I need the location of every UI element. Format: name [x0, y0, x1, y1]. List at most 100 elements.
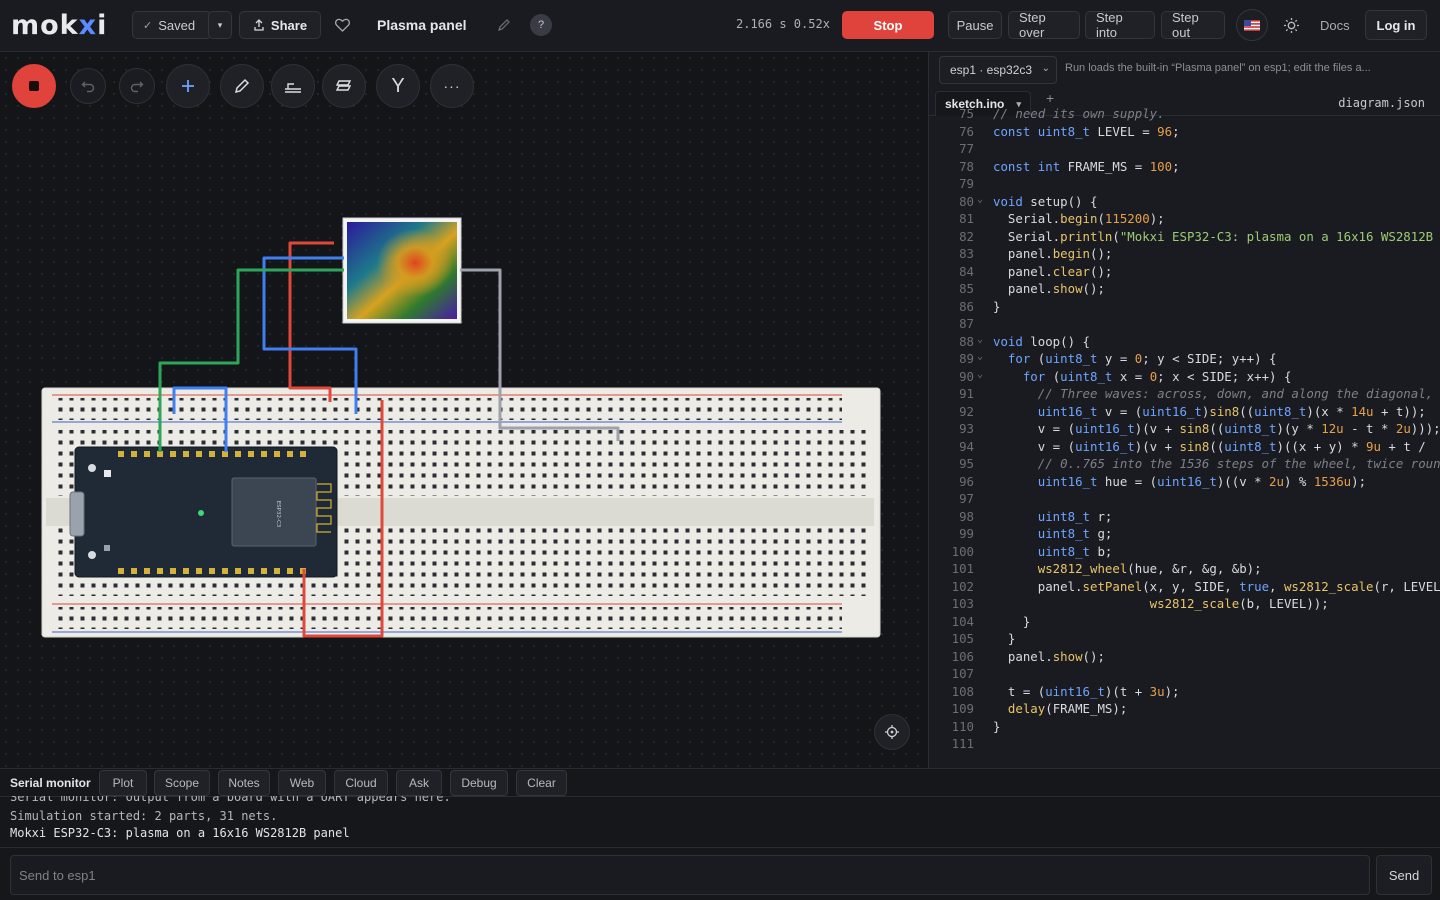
- tab-debug[interactable]: Debug: [450, 770, 508, 796]
- code-text: const int FRAME_MS = 100;: [993, 158, 1180, 174]
- line-number: 103: [951, 596, 974, 611]
- line-number: 89: [959, 351, 974, 366]
- share-icon: [254, 19, 264, 31]
- code-text: panel.show();: [993, 648, 1105, 664]
- line-number: 86: [959, 298, 974, 314]
- code-text: for (uint8_t x = 0; x < SIDE; x++) {: [1022, 368, 1292, 384]
- esp32-c3-board[interactable]: ESP32-C3: [69, 446, 338, 578]
- editor-hint: Run loads the built-in “Plasma panel” on…: [1065, 62, 1371, 74]
- serial-line: Simulation started: 2 parts, 31 nets.: [10, 809, 278, 823]
- theme-sun-icon[interactable]: [1283, 17, 1300, 34]
- code-text: for (uint8_t y = 0; y < SIDE; y++) {: [1007, 351, 1277, 366]
- recenter-button[interactable]: [874, 714, 910, 750]
- tab-notes[interactable]: Notes: [218, 770, 270, 796]
- code-text: }: [993, 298, 1001, 314]
- logo-suffix: i: [97, 10, 108, 41]
- code-text: uint16_t hue = (uint16_t)((v * 2u) % 153…: [1037, 473, 1367, 489]
- code-text: void setup() {: [993, 193, 1098, 209]
- step-out-button[interactable]: Step out: [1161, 10, 1225, 40]
- code-text: panel.show();: [993, 281, 1105, 296]
- step-into-button[interactable]: Step into: [1085, 10, 1155, 40]
- line-number: 78: [959, 158, 974, 174]
- line-number: 101: [951, 561, 974, 576]
- line-number: 107: [951, 666, 974, 681]
- tab-plot[interactable]: Plot: [99, 770, 147, 796]
- project-title[interactable]: Plasma panel: [377, 17, 467, 33]
- us-flag-icon: [1244, 19, 1260, 31]
- app-logo[interactable]: mokxi: [11, 10, 107, 41]
- line-number: 91: [959, 386, 974, 401]
- rename-pencil-icon[interactable]: [497, 18, 511, 32]
- line-number: 81: [959, 211, 974, 226]
- code-text: uint16_t v = (uint16_t)sin8((uint8_t)(x …: [1037, 403, 1426, 419]
- line-number: 94: [959, 438, 974, 454]
- line-number: 88: [959, 333, 974, 349]
- help-button[interactable]: ?: [530, 14, 552, 36]
- line-number: 75: [959, 106, 974, 121]
- line-number: 104: [951, 613, 974, 629]
- language-button[interactable]: [1236, 9, 1268, 41]
- serial-monitor-tab[interactable]: Serial monitor: [10, 776, 91, 790]
- code-text: Serial.begin(115200);: [993, 211, 1165, 226]
- line-number: 109: [951, 701, 974, 716]
- line-number: 82: [959, 228, 974, 244]
- board-select[interactable]: esp1 · esp32c3 ⌄: [939, 56, 1057, 84]
- send-button[interactable]: Send: [1376, 855, 1432, 895]
- line-number: 102: [951, 578, 974, 594]
- clear-button[interactable]: Clear: [516, 770, 567, 796]
- pause-button[interactable]: Pause: [948, 11, 1002, 39]
- check-icon: ✓: [143, 19, 153, 32]
- line-number: 95: [959, 456, 974, 471]
- code-text: Serial.println("Mokxi ESP32-C3: plasma o…: [993, 228, 1434, 244]
- saved-button[interactable]: ✓ Saved: [132, 11, 212, 39]
- tab-web[interactable]: Web: [278, 770, 326, 796]
- tab-scope[interactable]: Scope: [154, 770, 210, 796]
- docs-link[interactable]: Docs: [1320, 18, 1350, 33]
- login-button[interactable]: Log in: [1365, 10, 1427, 40]
- line-number: 83: [959, 246, 974, 261]
- fold-chevron-icon[interactable]: ⌄: [977, 369, 983, 380]
- step-over-button[interactable]: Step over: [1008, 10, 1080, 40]
- line-number: 98: [959, 508, 974, 524]
- fold-chevron-icon[interactable]: ⌄: [977, 351, 983, 362]
- line-number: 77: [959, 141, 974, 156]
- saved-dropdown-button[interactable]: ▾: [208, 11, 232, 39]
- stop-button[interactable]: Stop: [842, 11, 934, 39]
- line-number: 100: [951, 543, 974, 559]
- line-number: 79: [959, 176, 974, 191]
- logo-prefix: mok: [11, 10, 79, 41]
- heart-icon[interactable]: [335, 18, 350, 32]
- share-label: Share: [270, 17, 308, 33]
- code-editor-panel: esp1 · esp32c3 ⌄ Run loads the built-in …: [928, 52, 1440, 768]
- ws2812b-led-panel[interactable]: [342, 217, 462, 324]
- code-text: v = (uint16_t)(v + sin8((uint8_t)(y * 12…: [993, 421, 1440, 436]
- share-button[interactable]: Share: [239, 11, 321, 39]
- chip-label: ESP32-C3: [275, 501, 281, 528]
- serial-send-input[interactable]: Send to esp1: [10, 855, 1370, 895]
- tab-diagram-json[interactable]: diagram.json: [1338, 96, 1425, 110]
- line-number: 87: [959, 316, 974, 331]
- fold-chevron-icon[interactable]: ⌄: [977, 334, 983, 345]
- line-number: 84: [959, 263, 974, 279]
- code-text: uint8_t b;: [1037, 543, 1113, 559]
- tab-cloud[interactable]: Cloud: [334, 770, 388, 796]
- code-text: t = (uint16_t)(t + 3u);: [993, 683, 1180, 699]
- serial-line: Mokxi ESP32-C3: plasma on a 16x16 WS2812…: [10, 826, 350, 840]
- line-number: 105: [951, 631, 974, 646]
- line-number: 106: [951, 648, 974, 664]
- line-number: 80: [959, 193, 974, 209]
- tab-ask[interactable]: Ask: [396, 770, 442, 796]
- code-text: ws2812_wheel(hue, &r, &g, &b);: [1037, 561, 1262, 576]
- board-select-value: esp1 · esp32c3: [950, 63, 1033, 77]
- code-text: ws2812_scale(b, LEVEL));: [1149, 596, 1329, 611]
- line-number: 92: [959, 403, 974, 419]
- line-number: 99: [959, 526, 974, 541]
- wire-red-power[interactable]: [288, 241, 334, 402]
- code-text: panel.begin();: [993, 246, 1113, 261]
- simulation-time: 2.166 s 0.52x: [736, 17, 830, 31]
- fold-chevron-icon[interactable]: ⌄: [977, 194, 983, 205]
- add-file-button[interactable]: +: [1046, 90, 1054, 106]
- line-number: 110: [951, 718, 974, 734]
- circuit-canvas[interactable]: Y ··· ESP32-C3: [0, 52, 928, 768]
- code-text: // Three waves: across, down, and along …: [1037, 386, 1434, 401]
